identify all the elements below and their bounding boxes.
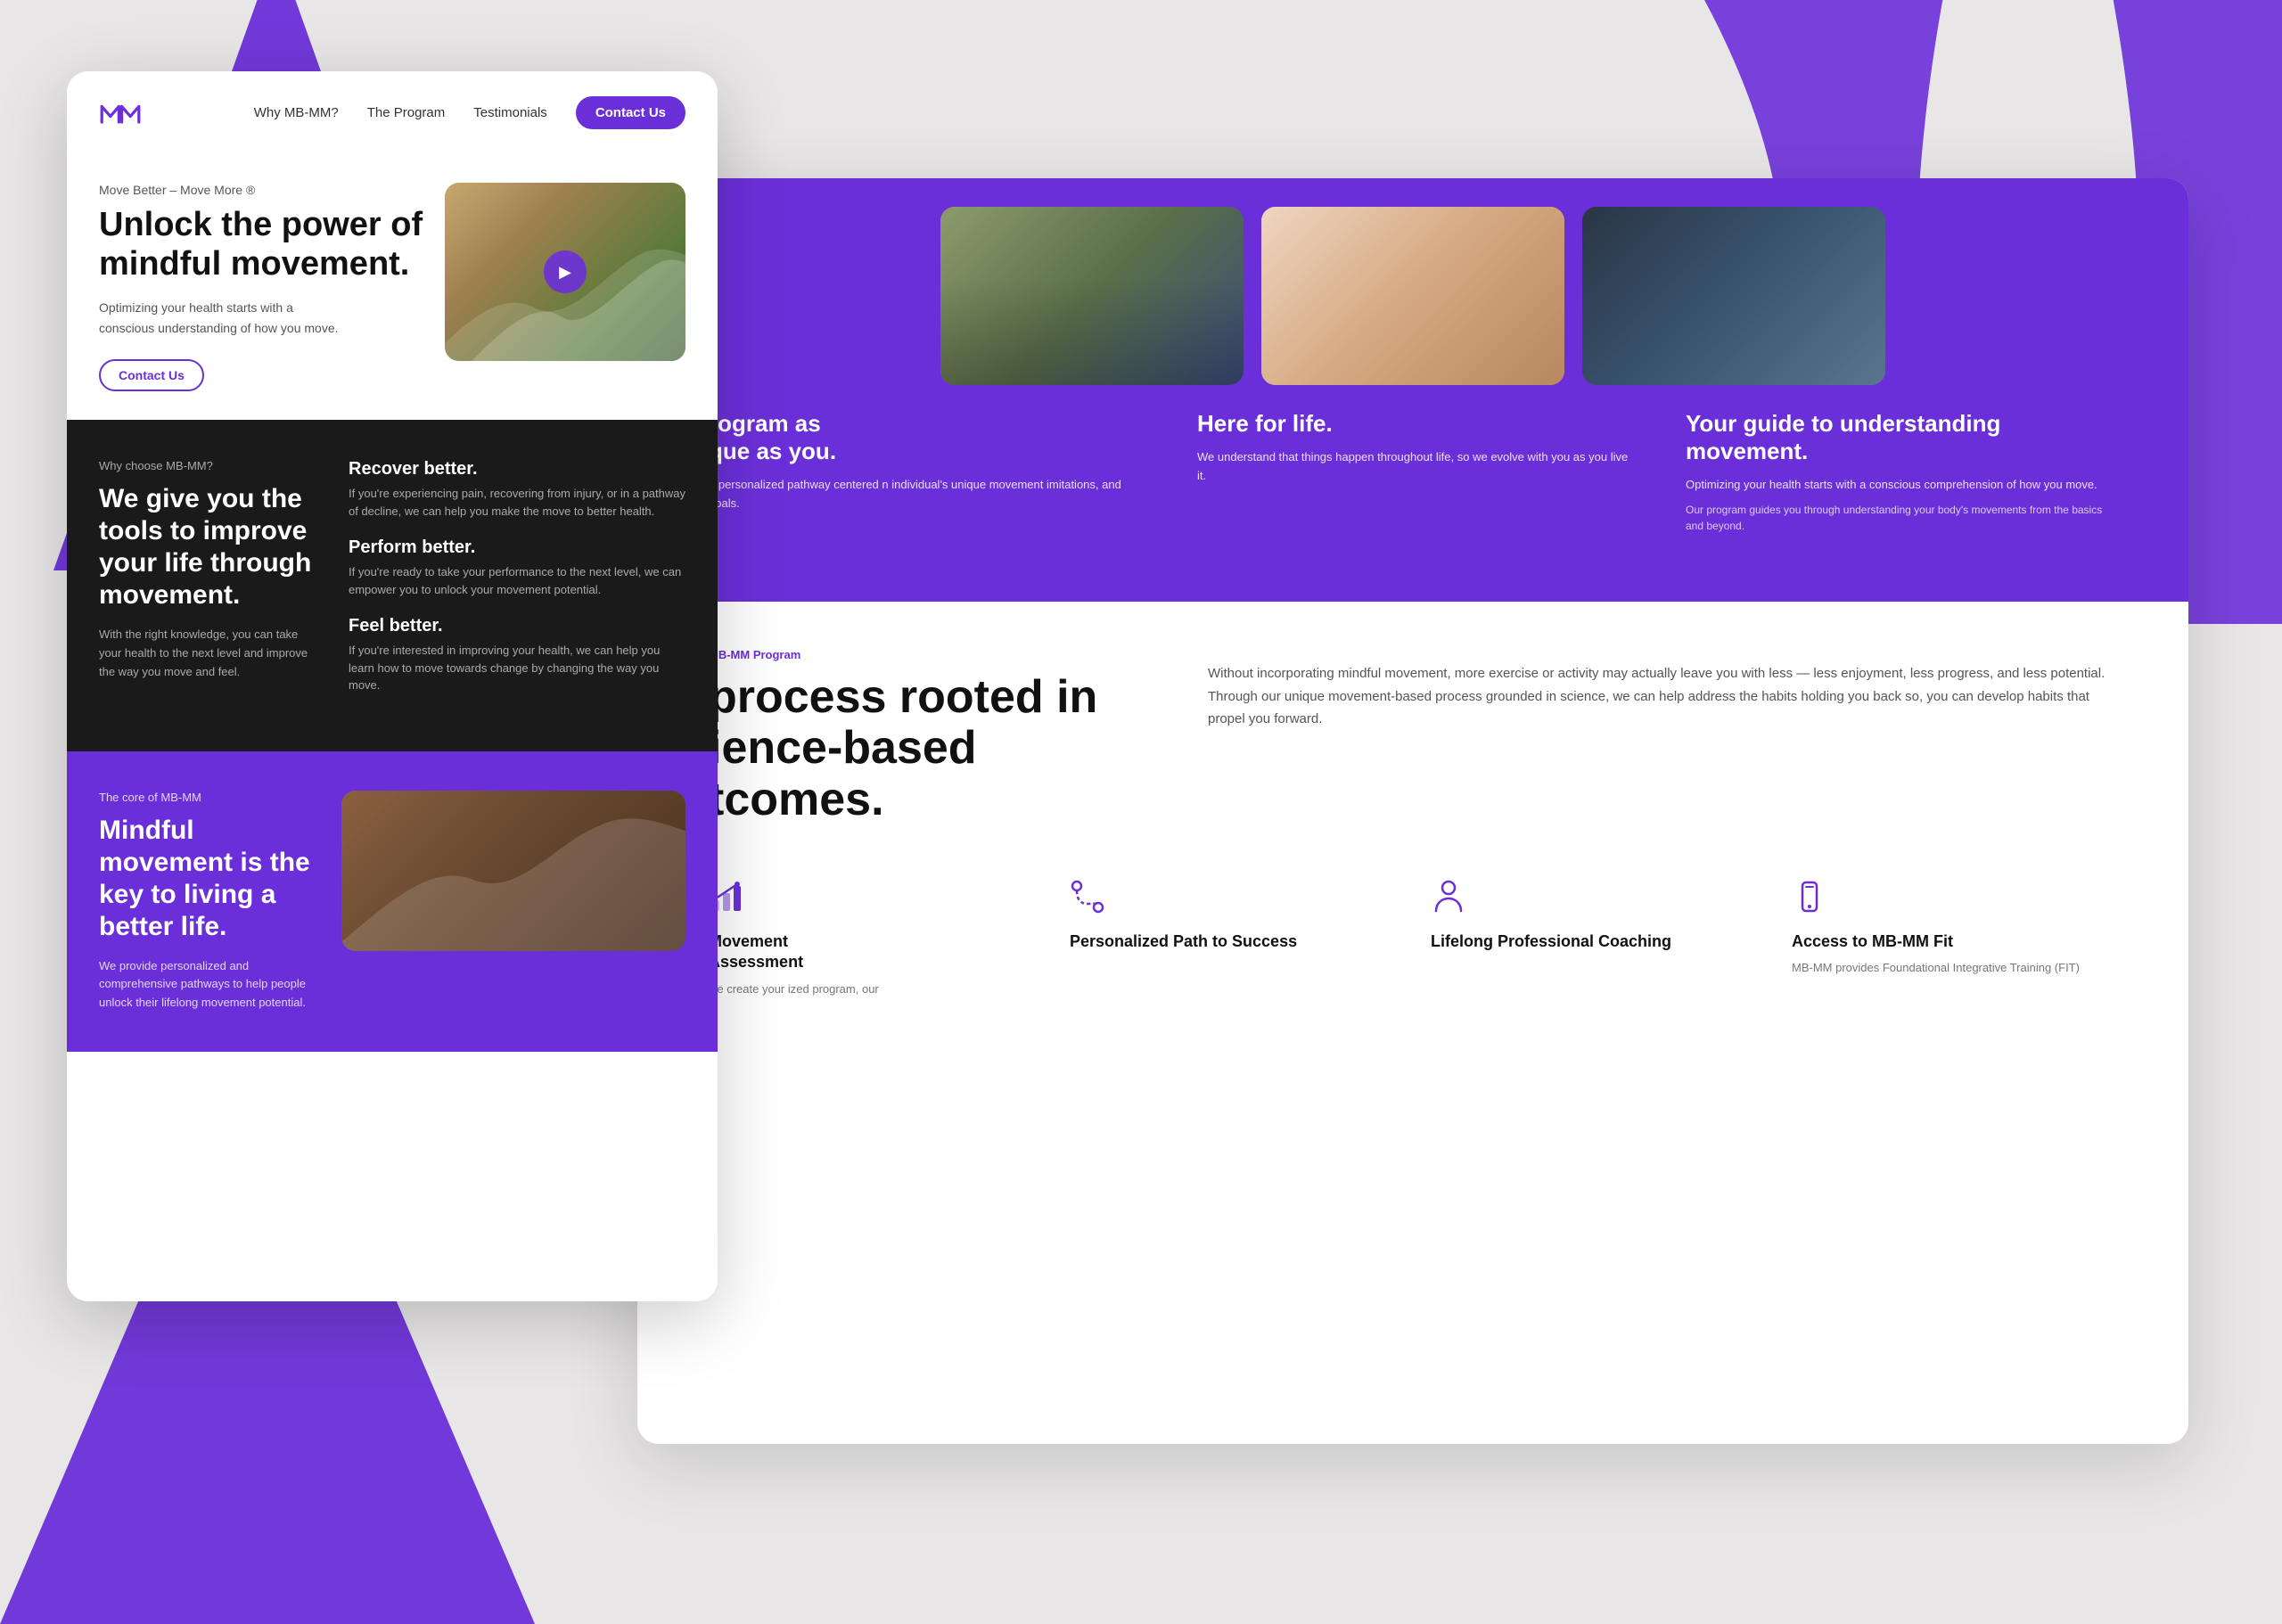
- back-feature-title-3: Lifelong Professional Coaching: [1431, 931, 1756, 952]
- back-card: rogram as que as you. a personalized pat…: [637, 178, 2188, 1444]
- hero-contact-button[interactable]: Contact Us: [99, 359, 204, 391]
- front-dark-section: Why choose MB-MM? We give you the tools …: [67, 420, 718, 751]
- front-hero: Move Better – Move More ® Unlock the pow…: [67, 154, 718, 391]
- back-card-images: [680, 207, 2146, 385]
- purple-eyebrow: The core of MB-MM: [99, 791, 313, 804]
- dark-section-left: Why choose MB-MM? We give you the tools …: [99, 459, 313, 712]
- nav-contact-button[interactable]: Contact Us: [576, 96, 685, 129]
- back-feature-title-2: Personalized Path to Success: [1070, 931, 1395, 952]
- back-feature-text-4: MB-MM provides Foundational Integrative …: [1792, 959, 2117, 978]
- hero-eyebrow: Move Better – Move More ®: [99, 183, 423, 197]
- front-nav-links: Why MB-MM? The Program Testimonials Cont…: [254, 96, 685, 129]
- back-white-section: MB-MM Program process rooted in ience-ba…: [637, 602, 2188, 1045]
- back-card-title-1: rogram as que as you.: [709, 410, 1140, 465]
- back-feature-1: MovementAssessment we create your ized p…: [709, 879, 1034, 999]
- hero-image: ▶: [445, 183, 685, 361]
- nav-testimonials[interactable]: Testimonials: [473, 105, 547, 120]
- back-card-item-2: Here for life. We understand that things…: [1169, 385, 1657, 559]
- dark-feature-text-1: If you're experiencing pain, recovering …: [349, 485, 685, 520]
- dark-feature-text-2: If you're ready to take your performance…: [349, 563, 685, 598]
- back-title-block: MB-MM Program process rooted in ience-ba…: [709, 648, 1154, 825]
- dark-eyebrow: Why choose MB-MM?: [99, 459, 313, 472]
- back-card-text-1: a personalized pathway centered n indivi…: [709, 476, 1140, 513]
- nav-why-mbmm[interactable]: Why MB-MM?: [254, 105, 339, 120]
- back-cards-row: rogram as que as you. a personalized pat…: [680, 385, 2146, 559]
- back-card-text-3b: Our program guides you through understan…: [1686, 502, 2117, 534]
- back-main-title: process rooted in ience-based tcomes.: [709, 672, 1154, 825]
- mb-mm-logo: [99, 101, 142, 126]
- back-card-title-3: Your guide to understanding movement.: [1686, 410, 2117, 465]
- image-card-3: [1582, 207, 1885, 385]
- front-card: Why MB-MM? The Program Testimonials Cont…: [67, 71, 718, 1301]
- back-feature-text-1: we create your ized program, our: [709, 980, 1034, 999]
- back-card-text-2: We understand that things happen through…: [1197, 448, 1629, 486]
- dark-feature-title-2: Perform better.: [349, 537, 685, 558]
- nav-program[interactable]: The Program: [367, 105, 446, 120]
- back-feature-2: Personalized Path to Success: [1070, 879, 1395, 999]
- person-icon: [1431, 879, 1756, 921]
- dark-feature-1: Recover better. If you're experiencing p…: [349, 459, 685, 520]
- hero-title: Unlock the power of mindful movement.: [99, 206, 423, 283]
- dark-feature-3: Feel better. If you're interested in imp…: [349, 616, 685, 694]
- purple-img-wave: [341, 791, 685, 951]
- play-button[interactable]: ▶: [544, 250, 587, 293]
- dark-feature-title-3: Feel better.: [349, 616, 685, 636]
- back-card-top: rogram as que as you. a personalized pat…: [637, 178, 2188, 602]
- purple-section-left: The core of MB-MM Mindful movement is th…: [99, 791, 313, 1013]
- purple-subtitle: We provide personalized and comprehensiv…: [99, 957, 313, 1013]
- back-program-label: MB-MM Program: [709, 648, 1154, 661]
- back-feature-4: Access to MB-MM Fit MB-MM provides Found…: [1792, 879, 2117, 999]
- image-card-2: [1261, 207, 1564, 385]
- dark-feature-title-1: Recover better.: [349, 459, 685, 480]
- back-card-text-3: Optimizing your health starts with a con…: [1686, 476, 2117, 495]
- front-nav: Why MB-MM? The Program Testimonials Cont…: [67, 71, 718, 154]
- dark-title: We give you the tools to improve your li…: [99, 483, 313, 611]
- dark-feature-2: Perform better. If you're ready to take …: [349, 537, 685, 598]
- back-features-row: MovementAssessment we create your ized p…: [709, 879, 2117, 999]
- back-feature-3: Lifelong Professional Coaching: [1431, 879, 1756, 999]
- chart-icon: [709, 879, 1034, 921]
- phone-icon: [1792, 879, 2117, 921]
- front-logo: [99, 101, 142, 126]
- purple-image: [341, 791, 685, 951]
- front-hero-text: Move Better – Move More ® Unlock the pow…: [99, 183, 423, 391]
- main-wrapper: rogram as que as you. a personalized pat…: [67, 71, 2206, 1462]
- dark-subtitle: With the right knowledge, you can take y…: [99, 626, 313, 681]
- play-button-container[interactable]: ▶: [544, 250, 587, 293]
- image-card-1: [940, 207, 1244, 385]
- dark-section-right: Recover better. If you're experiencing p…: [349, 459, 685, 712]
- back-body-text: Without incorporating mindful movement, …: [1208, 648, 2117, 825]
- hero-subtitle: Optimizing your health starts with a con…: [99, 298, 349, 338]
- back-feature-title-4: Access to MB-MM Fit: [1792, 931, 2117, 952]
- back-card-item-1: rogram as que as you. a personalized pat…: [680, 385, 1169, 559]
- back-card-item-3: Your guide to understanding movement. Op…: [1657, 385, 2146, 559]
- dark-feature-text-3: If you're interested in improving your h…: [349, 642, 685, 694]
- back-card-title-2: Here for life.: [1197, 410, 1629, 438]
- back-white-top: MB-MM Program process rooted in ience-ba…: [709, 648, 2117, 825]
- back-feature-title-1: MovementAssessment: [709, 931, 1034, 973]
- front-purple-section: The core of MB-MM Mindful movement is th…: [67, 751, 718, 1052]
- path-icon: [1070, 879, 1395, 921]
- purple-title: Mindful movement is the key to living a …: [99, 815, 313, 943]
